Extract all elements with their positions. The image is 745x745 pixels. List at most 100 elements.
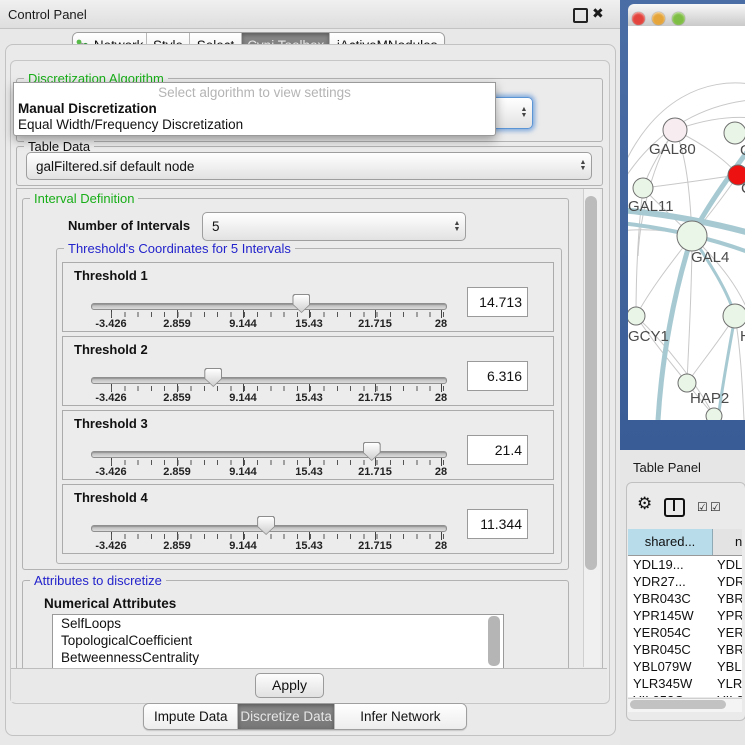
- cell-name[interactable]: YLR3: [717, 675, 742, 692]
- threshold-value-field[interactable]: 6.316: [467, 361, 528, 391]
- number-of-intervals-label: Number of Intervals: [68, 218, 190, 233]
- cell-name[interactable]: YER0: [717, 624, 742, 641]
- stepper-icon: ▲▼: [516, 107, 532, 119]
- checkbox-icon[interactable]: ☑: [697, 500, 708, 514]
- slider-track[interactable]: [91, 377, 447, 384]
- node-label-g: G: [740, 142, 745, 159]
- cell-name[interactable]: YBR0: [717, 590, 742, 607]
- number-of-intervals-combobox[interactable]: 5 ▲▼: [202, 212, 466, 241]
- stepper-icon: ▲▼: [575, 160, 591, 172]
- node-right-mid[interactable]: [723, 304, 745, 328]
- cell-name[interactable]: YPR1: [717, 607, 742, 624]
- table-row[interactable]: YER054C YER0: [628, 624, 742, 641]
- cell-shared-name[interactable]: YPR145W: [633, 607, 711, 624]
- mac-zoom-light[interactable]: [672, 12, 685, 25]
- cell-shared-name[interactable]: YLR345W: [633, 675, 711, 692]
- apply-button[interactable]: Apply: [255, 673, 324, 698]
- node-label-hap2: HAP2: [690, 390, 729, 407]
- tick-label: -3.426: [95, 318, 126, 330]
- cell-shared-name[interactable]: YBL079W: [633, 658, 711, 675]
- node-gal11[interactable]: [633, 178, 653, 198]
- option-manual-discretization[interactable]: Manual Discretization: [18, 101, 157, 116]
- attributes-listbox[interactable]: SelfLoopsTopologicalCoefficientBetweenne…: [52, 614, 504, 674]
- mac-close-light[interactable]: [632, 12, 645, 25]
- tick-label: -3.426: [95, 540, 126, 552]
- cell-shared-name[interactable]: YIL052C: [633, 692, 711, 697]
- cell-name[interactable]: YIL0: [717, 692, 742, 697]
- threshold-value-field[interactable]: 14.713: [467, 287, 528, 317]
- column-layout-icon[interactable]: [664, 498, 685, 517]
- list-item[interactable]: BetweennessCentrality: [53, 649, 503, 666]
- node-partial-bottom[interactable]: [706, 408, 722, 420]
- table-row[interactable]: YLR345W YLR3: [628, 675, 742, 692]
- slider-thumb[interactable]: [204, 368, 222, 387]
- slider-thumb[interactable]: [257, 516, 275, 535]
- cell-shared-name[interactable]: YDL19...: [633, 556, 711, 573]
- cell-shared-name[interactable]: YER054C: [633, 624, 711, 641]
- tick-label: 15.43: [295, 466, 323, 478]
- screen: Control Panel ✖ Network Style Select Cyn…: [0, 0, 745, 745]
- threshold-label: Threshold 1: [74, 268, 148, 283]
- threshold-value-field[interactable]: 11.344: [467, 509, 528, 539]
- node-label-gcy1: GCY1: [628, 328, 669, 345]
- column-header-name[interactable]: n: [713, 529, 742, 555]
- tab-impute-data[interactable]: Impute Data: [144, 704, 238, 729]
- settings-scrollbar-thumb[interactable]: [585, 196, 597, 570]
- slider-track[interactable]: [91, 303, 447, 310]
- cell-shared-name[interactable]: YBR043C: [633, 590, 711, 607]
- tab-discretize-data[interactable]: Discretize Data: [238, 704, 334, 729]
- group-label-thresholds: Threshold's Coordinates for 5 Intervals: [64, 241, 295, 256]
- tick-label: -3.426: [95, 466, 126, 478]
- tick-label: 9.144: [229, 392, 257, 404]
- tick-label: 2.859: [163, 392, 191, 404]
- tab-infer-network[interactable]: Infer Network: [335, 704, 466, 729]
- network-window-titlebar[interactable]: [628, 4, 745, 27]
- group-label-attributes: Attributes to discretize: [30, 573, 166, 588]
- table-data-combobox[interactable]: galFiltered.sif default node ▲▼: [26, 152, 592, 180]
- node-gcy1[interactable]: [628, 307, 645, 325]
- cell-shared-name[interactable]: YBR045C: [633, 641, 711, 658]
- table-row[interactable]: YBL079W YBL0: [628, 658, 742, 675]
- slider-track[interactable]: [91, 451, 447, 458]
- table-row[interactable]: YDL19... YDL1: [628, 556, 742, 573]
- table-row[interactable]: YBR043C YBR0: [628, 590, 742, 607]
- node-top-right[interactable]: [724, 122, 745, 144]
- node-gal80[interactable]: [663, 118, 687, 142]
- table-row[interactable]: YIL052C YIL0: [628, 692, 742, 697]
- cell-name[interactable]: YBL0: [717, 658, 742, 675]
- slider-thumb[interactable]: [292, 294, 310, 313]
- node-label-gal4: GAL4: [691, 249, 729, 266]
- numerical-attributes-label: Numerical Attributes: [44, 596, 176, 611]
- dropdown-hint: Select algorithm to view settings: [14, 85, 495, 100]
- slider-thumb[interactable]: [363, 442, 381, 461]
- option-equal-width-frequency[interactable]: Equal Width/Frequency Discretization: [18, 117, 243, 132]
- table-row[interactable]: YDR27... YDR2: [628, 573, 742, 590]
- mac-minimize-light[interactable]: [652, 12, 665, 25]
- table-row[interactable]: YBR045C YBR0: [628, 641, 742, 658]
- node-label-h: H: [740, 328, 745, 345]
- node-gal4[interactable]: [677, 221, 707, 251]
- list-item[interactable]: TopologicalCoefficient: [53, 632, 503, 649]
- attributes-scrollbar-thumb[interactable]: [488, 616, 500, 666]
- tick-marks-minor: [111, 386, 444, 391]
- threshold-row: Threshold 3-3.4262.8599.14415.4321.71528…: [62, 410, 554, 480]
- list-item[interactable]: SelfLoops: [53, 615, 503, 632]
- threshold-value-field[interactable]: 21.4: [467, 435, 528, 465]
- checkbox-icon[interactable]: ☑: [710, 500, 721, 514]
- table-row[interactable]: YPR145W YPR1: [628, 607, 742, 624]
- control-panel-titlebar: Control Panel ✖: [0, 0, 620, 29]
- threshold-row: Threshold 2-3.4262.8599.14415.4321.71528…: [62, 336, 554, 406]
- table-hscrollbar-thumb[interactable]: [630, 700, 726, 709]
- table-data-value: galFiltered.sif default node: [27, 159, 575, 174]
- network-canvas[interactable]: GAL80GCGAL11GAL4GCY1HHAP2: [628, 26, 745, 420]
- cell-shared-name[interactable]: YDR27...: [633, 573, 711, 590]
- close-icon[interactable]: ✖: [592, 5, 604, 22]
- float-window-icon[interactable]: [573, 8, 588, 23]
- cell-name[interactable]: YBR0: [717, 641, 742, 658]
- gear-icon[interactable]: ⚙: [637, 494, 652, 514]
- cell-name[interactable]: YDL1: [717, 556, 742, 573]
- cell-name[interactable]: YDR2: [717, 573, 742, 590]
- tick-label: 28: [435, 466, 447, 478]
- tick-label: 15.43: [295, 318, 323, 330]
- column-header-shared-name[interactable]: shared...: [628, 529, 713, 555]
